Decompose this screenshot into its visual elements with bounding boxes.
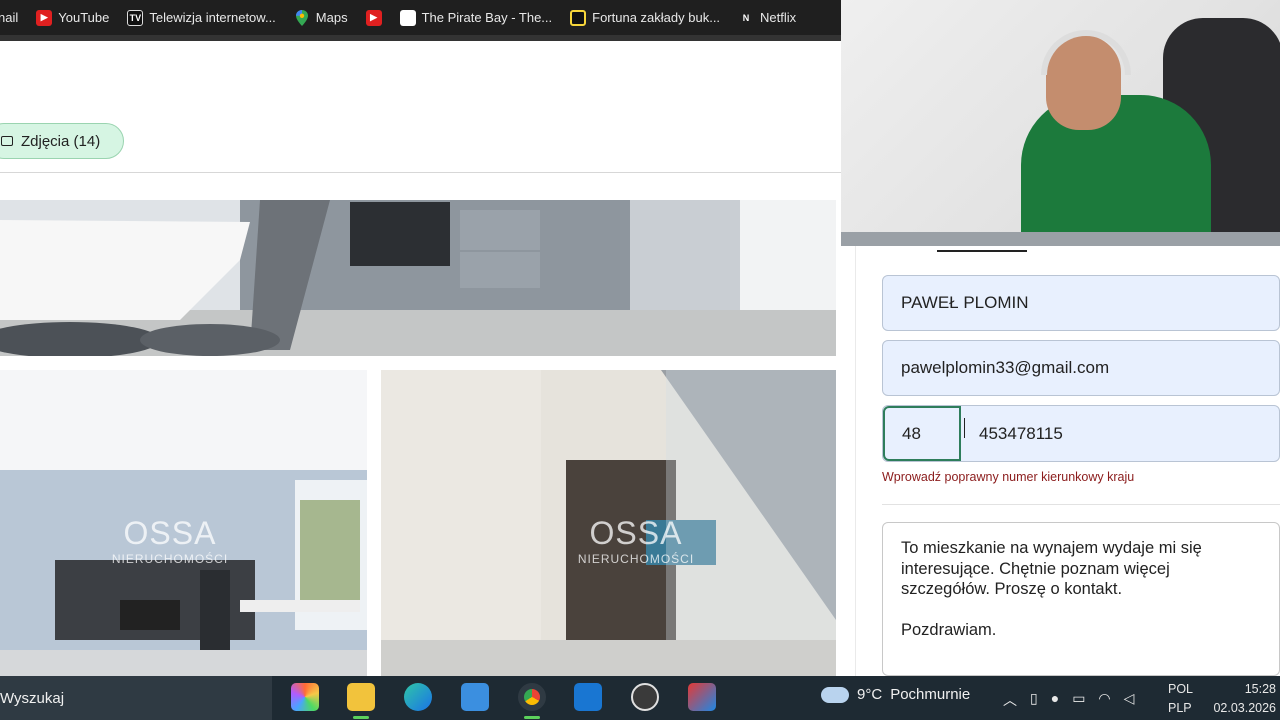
- chrome-icon[interactable]: [518, 683, 546, 711]
- living-room-photo[interactable]: OSSA NIERUCHOMOŚCI: [0, 370, 367, 676]
- bookmark-fortuna[interactable]: Fortuna zakłady buk...: [570, 9, 721, 26]
- divider: [882, 504, 1280, 505]
- weather-temp: 9°C: [857, 686, 883, 703]
- active-tab-underline: [937, 250, 1027, 252]
- phone-prefix-value: 48: [902, 423, 921, 443]
- watermark-sub: NIERUCHOMOŚCI: [111, 552, 229, 566]
- taskbar-running-indicator: [524, 716, 540, 719]
- camera-icon: [1, 136, 13, 146]
- bookmark-label: YouTube: [58, 10, 110, 25]
- tv-icon: TV: [127, 9, 144, 26]
- divider: [0, 172, 841, 173]
- microphone-icon[interactable]: ●: [1051, 690, 1059, 710]
- headphones: [1041, 30, 1131, 75]
- kitchen-photo-drawing: [0, 200, 836, 356]
- taskbar-running-indicator: [353, 716, 369, 719]
- phone-field: 48 453478115: [882, 405, 1280, 462]
- bookmark-netflix[interactable]: N Netflix: [738, 10, 796, 26]
- desk: [841, 232, 1280, 246]
- edge-icon[interactable]: [404, 683, 432, 711]
- weather-desc: Pochmurnie: [890, 686, 971, 703]
- file-explorer-icon[interactable]: [347, 683, 375, 711]
- watermark-sub: NIERUCHOMOŚCI: [577, 552, 695, 566]
- lang-bottom: PLP: [1168, 701, 1192, 715]
- pirate-bay-icon: ☠: [399, 9, 416, 26]
- bookmark-youtube[interactable]: ▶ YouTube: [36, 9, 110, 26]
- bookmarks-bar: nail ▶ YouTube TV Telewizja internetow..…: [0, 0, 841, 35]
- netflix-icon: N: [742, 12, 750, 23]
- bookmark-tv[interactable]: TV Telewizja internetow...: [127, 9, 276, 26]
- youtube-icon: ▶: [365, 9, 382, 26]
- fortuna-icon: [570, 9, 587, 26]
- app-icon[interactable]: [688, 683, 716, 711]
- remote-desktop-icon[interactable]: [461, 683, 489, 711]
- watermark-brand: OSSA: [589, 515, 683, 551]
- bookmark-mail[interactable]: nail: [0, 10, 18, 25]
- clock-time: 15:28: [1244, 682, 1276, 696]
- device-icon[interactable]: ▯: [1030, 690, 1038, 710]
- bookmark-label: Telewizja internetow...: [149, 10, 276, 25]
- email-field[interactable]: pawelplomin33@gmail.com: [882, 340, 1280, 396]
- listing-page: Zdjęcia (14) OSSA NIERUCHOMOŚCI OSSA NIE…: [0, 41, 841, 676]
- hallway-photo[interactable]: OSSA NIERUCHOMOŚCI: [381, 370, 836, 676]
- clock[interactable]: 15:28 02.03.2026: [1208, 680, 1276, 718]
- lang-top: POL: [1168, 682, 1194, 696]
- wifi-icon[interactable]: ◠: [1098, 690, 1110, 710]
- language-indicator[interactable]: POL PLP: [1168, 680, 1193, 718]
- watermark: OSSA NIERUCHOMOŚCI: [521, 515, 751, 566]
- bookmark-label: Maps: [315, 10, 348, 25]
- phone-prefix-input[interactable]: 48: [883, 406, 961, 461]
- bookmark-pirate-bay[interactable]: ☠ The Pirate Bay - The...: [399, 9, 553, 26]
- bookmark-label: Netflix: [760, 10, 797, 25]
- cloud-icon: [821, 686, 849, 703]
- bookmark-maps[interactable]: Maps: [294, 9, 348, 26]
- bookmark-label: nail: [0, 10, 19, 25]
- photos-button-label: Zdjęcia (14): [21, 132, 101, 150]
- speaker-icon[interactable]: ◁: [1124, 690, 1135, 710]
- maps-pin-icon: [294, 9, 310, 26]
- battery-icon[interactable]: ▭: [1072, 690, 1085, 710]
- text-cursor-icon: [964, 418, 976, 438]
- watermark-brand: OSSA: [123, 515, 217, 551]
- email-field-value: pawelplomin33@gmail.com: [901, 358, 1110, 377]
- name-field-value: PAWEŁ PLOMIN: [901, 293, 1029, 312]
- webcam-overlay: [841, 0, 1280, 246]
- bookmark-youtube-2[interactable]: ▶: [365, 9, 382, 26]
- obs-icon[interactable]: [631, 683, 659, 711]
- phone-error-message: Wprowadź poprawny numer kierunkowy kraju: [882, 470, 1135, 484]
- youtube-icon: ▶: [36, 9, 53, 26]
- phone-number-input[interactable]: 453478115: [961, 424, 1063, 444]
- outlook-icon[interactable]: [574, 683, 602, 711]
- chevron-up-icon[interactable]: ︿: [1003, 690, 1017, 710]
- person-tracksuit: [1021, 95, 1211, 246]
- photos-button[interactable]: Zdjęcia (14): [0, 123, 124, 159]
- screen: nail ▶ YouTube TV Telewizja internetow..…: [0, 0, 1280, 720]
- system-tray: ︿ ▯ ● ▭ ◠ ◁: [1003, 690, 1134, 710]
- weather-widget[interactable]: 9°C Pochmurnie: [821, 686, 970, 703]
- message-textarea[interactable]: To mieszkanie na wynajem wydaje mi się i…: [882, 522, 1280, 676]
- bookmark-label: The Pirate Bay - The...: [421, 10, 553, 25]
- watermark: OSSA NIERUCHOMOŚCI: [70, 515, 270, 566]
- taskbar-search-label: Wyszukaj: [0, 689, 65, 707]
- bookmark-label: Fortuna zakłady buk...: [592, 10, 721, 25]
- name-field[interactable]: PAWEŁ PLOMIN: [882, 275, 1280, 331]
- clock-date: 02.03.2026: [1213, 701, 1276, 715]
- taskbar-search[interactable]: Wyszukaj: [0, 676, 272, 720]
- copilot-icon[interactable]: [291, 683, 319, 711]
- kitchen-photo[interactable]: [0, 200, 836, 356]
